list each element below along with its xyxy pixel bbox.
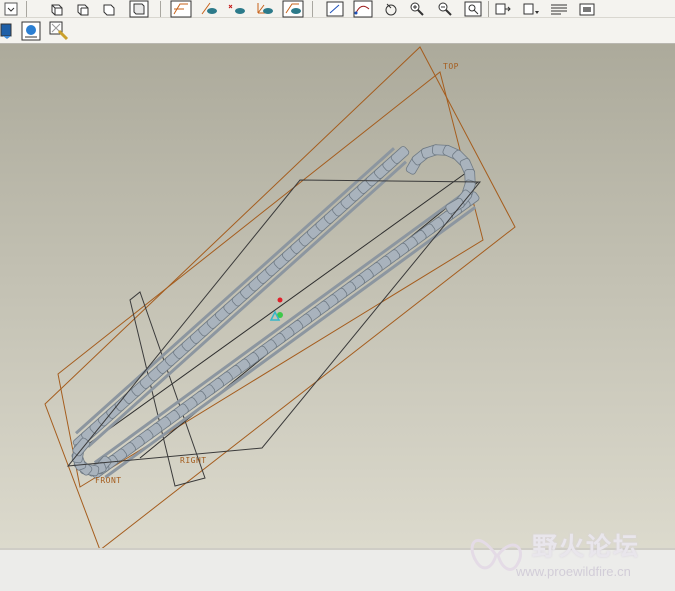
appearance-icon[interactable] (48, 21, 70, 41)
watermark: 野火论坛 www.proewildfire.cn (462, 521, 671, 587)
shading-icon[interactable] (128, 0, 150, 18)
view-dropdown-icon[interactable] (0, 0, 22, 18)
curve-tool-icon[interactable] (352, 0, 374, 18)
refit-icon[interactable] (462, 0, 484, 18)
zoom-in-icon[interactable] (406, 0, 428, 18)
toolbar-row-2 (0, 18, 675, 44)
no-hidden-icon[interactable] (98, 0, 120, 18)
wireframe-icon[interactable] (46, 0, 68, 18)
model-tree-icon[interactable] (576, 0, 598, 18)
layers-icon[interactable] (548, 0, 570, 18)
sketch-tool-icon[interactable] (324, 0, 346, 18)
repaint-icon[interactable] (380, 0, 402, 18)
watermark-url: www.proewildfire.cn (516, 564, 631, 579)
view-manager-icon[interactable] (20, 21, 42, 41)
chain-rail (93, 191, 466, 464)
zoom-out-icon[interactable] (434, 0, 456, 18)
datum-plane-display-icon[interactable] (170, 0, 192, 18)
toolbar-row-1 (0, 0, 675, 18)
datum-plane-label-front: FRONT (95, 476, 122, 485)
datum-axis-display-icon[interactable] (198, 0, 220, 18)
hidden-line-icon[interactable] (72, 0, 94, 18)
datum-plane-label-right: RIGHT (180, 456, 207, 465)
csys-x-point (277, 297, 283, 303)
watermark-title: 野火论坛 (532, 532, 641, 561)
graphics-viewport[interactable]: TOP RIGHT FRONT (0, 44, 675, 548)
chain-rail (87, 160, 408, 448)
annotation-display-icon[interactable] (282, 0, 304, 18)
csys-display-icon[interactable] (254, 0, 276, 18)
saved-views-icon[interactable] (520, 0, 542, 18)
model-scene[interactable]: TOP RIGHT FRONT (0, 44, 675, 548)
datum-plane-label-top: TOP (443, 62, 459, 71)
orient-icon[interactable] (492, 0, 514, 18)
spin-center-icon[interactable] (0, 22, 18, 40)
proe-main-window: TOP RIGHT FRONT 野火论坛 www.proewildfire.cn (0, 0, 675, 591)
point-display-icon[interactable] (226, 0, 248, 18)
